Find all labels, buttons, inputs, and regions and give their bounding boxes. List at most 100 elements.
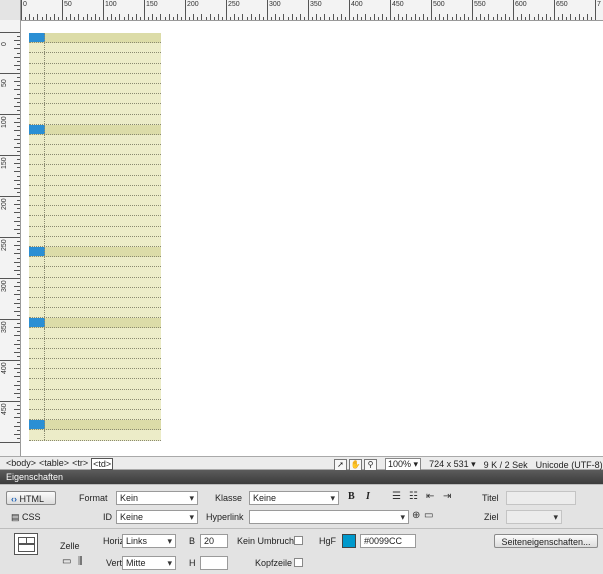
table-cell[interactable] <box>45 64 161 73</box>
table-cell[interactable] <box>29 277 45 287</box>
header-checkbox[interactable] <box>294 558 303 567</box>
vert-select[interactable]: Mitte <box>122 556 176 570</box>
class-select[interactable]: Keine <box>249 491 339 505</box>
table-row[interactable] <box>29 359 161 370</box>
table-cell[interactable] <box>29 430 45 440</box>
format-select[interactable]: Kein <box>116 491 198 505</box>
table-cell[interactable] <box>29 73 45 83</box>
table-cell[interactable] <box>29 369 45 379</box>
table-cell[interactable] <box>29 155 45 165</box>
table-row[interactable] <box>29 297 161 309</box>
hand-tool-icon[interactable]: ✋ <box>349 458 362 471</box>
table-cell[interactable] <box>29 297 45 308</box>
table-cell[interactable] <box>45 349 161 358</box>
horiz-select[interactable]: Links <box>122 534 176 548</box>
table-cell[interactable] <box>29 328 45 338</box>
table-cell[interactable] <box>45 186 161 195</box>
design-view[interactable] <box>21 21 603 456</box>
table-cell[interactable] <box>45 328 161 337</box>
browse-folder-icon[interactable]: ▭ <box>424 510 433 522</box>
table-cell[interactable] <box>45 400 161 409</box>
table-row[interactable] <box>29 389 161 400</box>
table-cell[interactable] <box>29 63 45 73</box>
tag-table[interactable]: <table> <box>39 458 69 470</box>
table-row[interactable] <box>29 185 161 196</box>
table-row[interactable] <box>29 73 161 84</box>
table-cell[interactable] <box>29 348 45 358</box>
table-cell[interactable] <box>45 237 161 246</box>
table-cell[interactable] <box>29 165 45 175</box>
table-cell[interactable] <box>45 115 161 124</box>
table-row[interactable] <box>29 134 161 146</box>
table-row[interactable] <box>29 196 161 207</box>
table-cell[interactable] <box>45 74 161 83</box>
split-cell-icon[interactable]: ⫼ <box>78 556 83 568</box>
merge-cells-icon[interactable]: ▭ <box>62 556 71 568</box>
table-row[interactable] <box>29 236 161 247</box>
table-cell[interactable] <box>29 104 45 114</box>
italic-button[interactable]: I <box>366 491 370 502</box>
table-cell[interactable] <box>45 227 161 236</box>
table-cell[interactable] <box>45 104 161 113</box>
table-row[interactable] <box>29 267 161 278</box>
table-cell[interactable] <box>29 257 45 267</box>
table-row[interactable] <box>29 287 161 298</box>
indent-icon[interactable]: ⇥ <box>443 491 451 503</box>
table-cell[interactable] <box>29 196 45 206</box>
table-cell[interactable] <box>45 165 161 174</box>
table-cell[interactable] <box>45 379 161 388</box>
bold-button[interactable]: B <box>348 491 355 502</box>
table-cell[interactable] <box>45 94 161 103</box>
vertical-ruler[interactable]: 0 50 100 150 200 250 300 350 400 450 <box>0 20 21 456</box>
table-row[interactable] <box>29 430 161 441</box>
table-row[interactable] <box>29 226 161 237</box>
table-row[interactable] <box>29 379 161 390</box>
table-row[interactable] <box>29 338 161 349</box>
table-cell[interactable] <box>29 338 45 348</box>
table-row[interactable] <box>29 369 161 380</box>
table-cell[interactable] <box>29 399 45 409</box>
table-row-highlighted[interactable] <box>29 246 161 258</box>
layout-table[interactable] <box>29 33 161 441</box>
table-row[interactable] <box>29 114 161 125</box>
table-cell[interactable] <box>45 33 161 42</box>
table-cell[interactable] <box>29 359 45 369</box>
table-row[interactable] <box>29 216 161 227</box>
table-cell-accent[interactable] <box>29 124 45 134</box>
table-cell[interactable] <box>29 236 45 246</box>
point-to-file-icon[interactable]: ⊕ <box>412 510 420 522</box>
table-row[interactable] <box>29 348 161 359</box>
tag-tr[interactable]: <tr> <box>72 458 88 470</box>
table-cell[interactable] <box>45 216 161 225</box>
table-cell[interactable] <box>29 185 45 195</box>
table-cell[interactable] <box>45 410 161 419</box>
bgcolor-field[interactable]: #0099CC <box>360 534 416 548</box>
table-cell[interactable] <box>29 409 45 420</box>
table-cell[interactable] <box>29 114 45 124</box>
nowrap-checkbox[interactable] <box>294 536 303 545</box>
table-row[interactable] <box>29 308 161 319</box>
table-cell[interactable] <box>45 145 161 154</box>
table-cell[interactable] <box>29 175 45 185</box>
table-cell[interactable] <box>29 216 45 226</box>
table-cell[interactable] <box>29 389 45 399</box>
table-row[interactable] <box>29 83 161 95</box>
tag-td[interactable]: <td> <box>91 458 114 470</box>
table-cell[interactable] <box>45 430 161 439</box>
page-properties-button[interactable]: Seiteneigenschaften... <box>494 534 598 548</box>
table-row[interactable] <box>29 409 161 421</box>
table-cell[interactable] <box>45 308 161 317</box>
table-row[interactable] <box>29 155 161 166</box>
outdent-icon[interactable]: ⇤ <box>426 491 434 503</box>
table-cell-accent[interactable] <box>29 246 45 257</box>
table-cell[interactable] <box>29 267 45 277</box>
table-cell[interactable] <box>29 83 45 94</box>
table-cell[interactable] <box>29 287 45 297</box>
table-row[interactable] <box>29 206 161 217</box>
table-row[interactable] <box>29 145 161 156</box>
target-select[interactable] <box>506 510 562 524</box>
title-field[interactable] <box>506 491 576 505</box>
css-mode-button[interactable]: ▤ CSS <box>6 509 56 523</box>
table-cell[interactable] <box>45 318 161 327</box>
table-row[interactable] <box>29 399 161 410</box>
